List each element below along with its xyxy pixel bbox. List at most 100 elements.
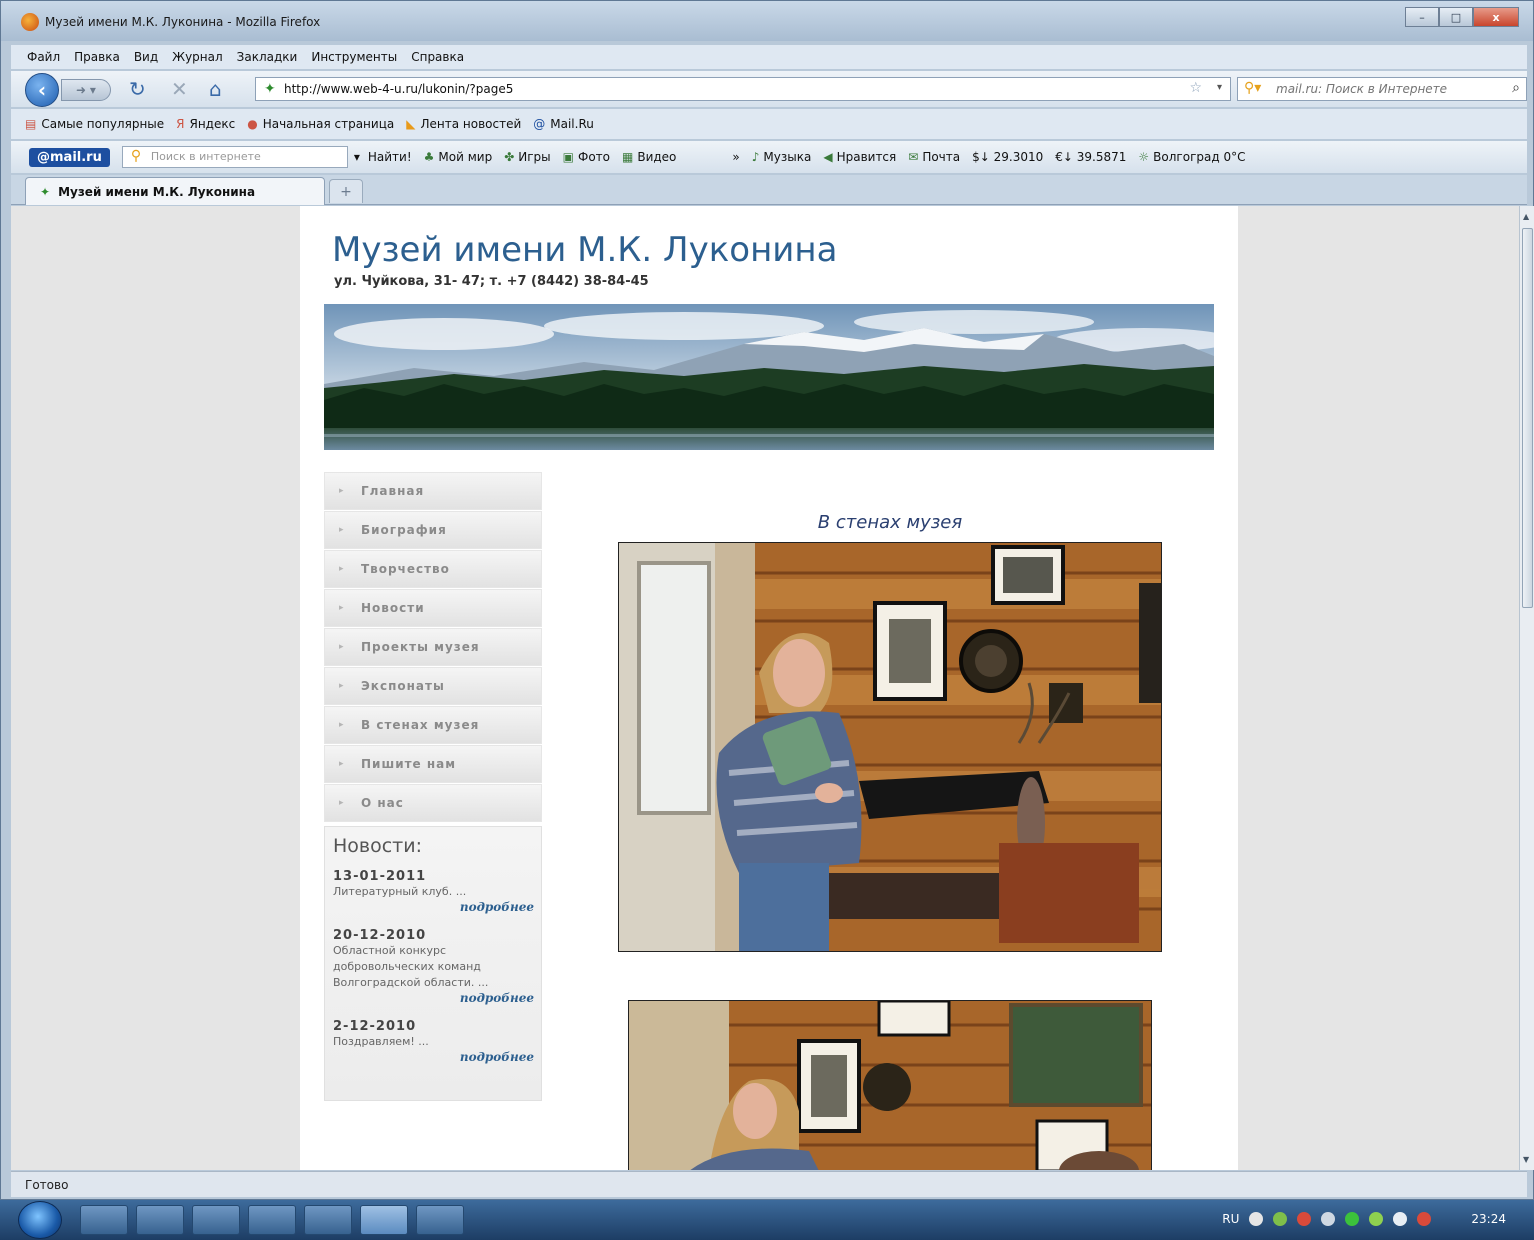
star-icon[interactable]: ☆ xyxy=(1189,80,1202,96)
mailru-overflow-chevron[interactable]: » xyxy=(732,150,739,164)
search-icon[interactable]: ⌕ xyxy=(1512,80,1520,96)
stop-icon[interactable]: ✕ xyxy=(171,77,188,101)
scroll-up-icon[interactable]: ▲ xyxy=(1523,212,1529,221)
menu-item-about[interactable]: ▸ О нас xyxy=(324,784,542,822)
menu-file[interactable]: Файл xyxy=(27,50,60,64)
bookmark-most-visited[interactable]: ▤ Самые популярные xyxy=(25,117,164,131)
mail-icon: ✉ xyxy=(908,150,919,164)
taskbar-app-media-icon[interactable] xyxy=(248,1205,296,1235)
mailru-logo[interactable]: @mail.ru xyxy=(29,147,110,167)
taskbar-app-explorer-icon[interactable] xyxy=(80,1205,128,1235)
news-heading: Новости: xyxy=(333,835,422,857)
vertical-scrollbar[interactable]: ▲ ▼ xyxy=(1519,206,1534,1170)
address-bar[interactable]: ✦ ☆ ▾ xyxy=(255,77,1231,101)
yandex-icon: Я xyxy=(176,117,185,131)
news-text: Литературный клуб. ... xyxy=(333,885,467,898)
tray-flag-icon[interactable] xyxy=(1417,1212,1432,1226)
news-date: 20-12-2010 xyxy=(333,928,427,943)
home-icon[interactable]: ⌂ xyxy=(209,77,222,101)
reload-icon[interactable]: ↻ xyxy=(129,77,146,101)
menu-tools[interactable]: Инструменты xyxy=(311,50,397,64)
menu-item-biography[interactable]: ▸ Биография xyxy=(324,511,542,549)
menu-item-in-museum[interactable]: ▸ В стенах музея xyxy=(324,706,542,744)
mailru-item-video[interactable]: ▦ Видео xyxy=(622,150,676,164)
menu-item-contact[interactable]: ▸ Пишите нам xyxy=(324,745,542,783)
menu-help[interactable]: Справка xyxy=(411,50,464,64)
tab-lukonin-museum[interactable]: ✦ Музей имени М.К. Луконина xyxy=(25,177,325,205)
museum-photo-interior[interactable] xyxy=(628,1000,1152,1170)
mailru-item-games[interactable]: ✤ Игры xyxy=(504,150,550,164)
bookmark-start-page[interactable]: ● Начальная страница xyxy=(247,117,394,131)
mailru-item-photo[interactable]: ▣ Фото xyxy=(563,150,610,164)
tray-status-icon[interactable] xyxy=(1345,1212,1360,1226)
mailru-item-mail[interactable]: ✉ Почта xyxy=(908,150,960,164)
language-indicator[interactable]: RU xyxy=(1222,1212,1239,1226)
mailru-item-like[interactable]: ◀ Нравится xyxy=(823,150,896,164)
chevron-down-icon[interactable]: ▾ xyxy=(354,150,360,164)
bookmark-mailru[interactable]: @ Mail.Ru xyxy=(533,117,594,131)
url-input[interactable] xyxy=(284,80,1164,98)
mailru-find-button[interactable]: Найти! xyxy=(368,150,412,164)
menu-item-projects[interactable]: ▸ Проекты музея xyxy=(324,628,542,666)
minimize-button[interactable]: – xyxy=(1405,7,1439,27)
news-more-link[interactable]: подробнее xyxy=(333,900,534,914)
mailru-toolbar: @mail.ru Поиск в интернете ▾ Найти! ♣Мой… xyxy=(11,141,1527,173)
scrollbar-thumb[interactable] xyxy=(1522,228,1533,608)
plus-icon: + xyxy=(340,183,352,200)
menu-item-works[interactable]: ▸ Творчество xyxy=(324,550,542,588)
menu-bookmarks[interactable]: Закладки xyxy=(237,50,298,64)
tray-antivirus-icon[interactable] xyxy=(1297,1212,1312,1226)
windows-taskbar: RU 23:24 xyxy=(0,1200,1534,1240)
mailru-search-input[interactable]: Поиск в интернете xyxy=(121,146,348,168)
search-input[interactable] xyxy=(1276,80,1496,98)
menu-item-exhibits[interactable]: ▸ Экспонаты xyxy=(324,667,542,705)
menu-item-news[interactable]: ▸ Новости xyxy=(324,589,542,627)
news-more-link[interactable]: подробнее xyxy=(333,991,534,1005)
arrow-icon: ▸ xyxy=(339,759,345,769)
taskbar-app-settings-icon[interactable] xyxy=(416,1205,464,1235)
mailru-item-myworld[interactable]: ♣ Мой мир xyxy=(424,150,493,164)
bookmark-icon: ▤ xyxy=(25,117,37,131)
menu-item-label: В стенах музея xyxy=(361,718,480,732)
new-tab-button[interactable]: + xyxy=(329,179,363,203)
mailru-item-eur-rate[interactable]: €↓ 39.5871 xyxy=(1055,150,1126,164)
maximize-button[interactable]: □ xyxy=(1439,7,1473,27)
system-tray: RU 23:24 xyxy=(1222,1212,1506,1226)
museum-photo-reading[interactable] xyxy=(618,542,1162,952)
chevron-down-icon[interactable]: ▾ xyxy=(1217,82,1222,93)
taskbar-app-folder-icon[interactable] xyxy=(192,1205,240,1235)
menu-item-home[interactable]: ▸ Главная xyxy=(324,472,542,510)
photo-icon: ▣ xyxy=(562,150,574,164)
clock[interactable]: 23:24 xyxy=(1471,1212,1506,1226)
search-engine-icon[interactable]: ⚲▾ xyxy=(1244,80,1261,96)
bookmark-yandex[interactable]: Я Яндекс xyxy=(176,117,235,131)
tray-agent-icon[interactable] xyxy=(1369,1212,1384,1226)
page-viewport[interactable]: Музей имени М.К. Луконина ул. Чуйкова, 3… xyxy=(11,206,1519,1170)
tray-display-icon[interactable] xyxy=(1393,1212,1408,1226)
start-button[interactable] xyxy=(18,1201,62,1239)
forward-button[interactable]: ➜ ▾ xyxy=(61,79,111,101)
close-button[interactable]: x xyxy=(1473,7,1519,27)
tray-app-icon[interactable] xyxy=(1249,1212,1264,1226)
menu-item-label: Экспонаты xyxy=(361,679,445,693)
arrow-icon: ▸ xyxy=(339,564,345,574)
site-title[interactable]: Музей имени М.К. Луконина xyxy=(332,230,837,270)
mailru-item-usd-rate[interactable]: $↓ 29.3010 xyxy=(972,150,1043,164)
news-more-link[interactable]: подробнее xyxy=(333,1050,534,1064)
menu-history[interactable]: Журнал xyxy=(172,50,223,64)
taskbar-app-firefox-icon[interactable] xyxy=(360,1205,408,1235)
scroll-down-icon[interactable]: ▼ xyxy=(1523,1155,1529,1164)
tray-network-icon[interactable] xyxy=(1273,1212,1288,1226)
tray-volume-icon[interactable] xyxy=(1321,1212,1336,1226)
item-label: Почта xyxy=(922,150,961,164)
search-bar[interactable]: ⚲▾ ⌕ xyxy=(1237,77,1527,101)
bookmark-news-feed[interactable]: ◣ Лента новостей xyxy=(406,117,521,131)
menu-edit[interactable]: Правка xyxy=(74,50,120,64)
mailru-item-music[interactable]: ♪ Музыка xyxy=(752,150,812,164)
taskbar-app-skype-icon[interactable] xyxy=(304,1205,352,1235)
item-label: Фото xyxy=(577,150,610,164)
menu-view[interactable]: Вид xyxy=(134,50,158,64)
mailru-item-weather[interactable]: ☼ Волгоград 0°C xyxy=(1138,150,1245,164)
back-button[interactable]: ‹ xyxy=(25,73,59,107)
taskbar-app-ie-icon[interactable] xyxy=(136,1205,184,1235)
